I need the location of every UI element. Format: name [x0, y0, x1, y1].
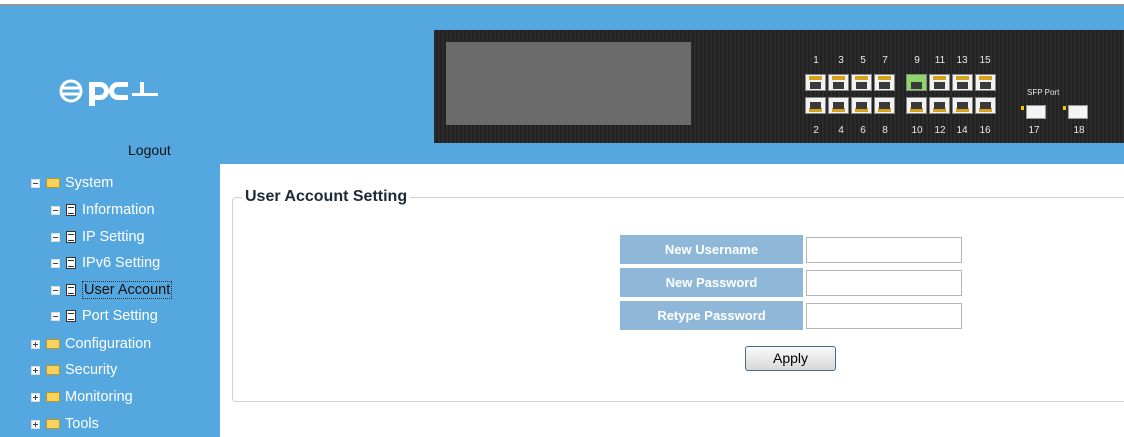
port-number: 14 [956, 125, 968, 136]
folder-open-icon [46, 178, 60, 188]
document-icon [66, 231, 76, 243]
expand-icon[interactable] [31, 365, 40, 375]
ethernet-port-2 [805, 97, 826, 114]
ethernet-port-11 [929, 74, 950, 91]
pci-logo [59, 79, 158, 106]
folder-icon [46, 339, 60, 349]
ethernet-port-7 [874, 74, 895, 91]
port-number: 9 [914, 55, 920, 66]
folder-icon [46, 419, 60, 429]
expand-icon[interactable] [31, 419, 40, 429]
sidebar-item-tools[interactable]: Tools [31, 416, 99, 432]
collapse-icon [51, 232, 60, 242]
ethernet-port-8 [874, 97, 895, 114]
port-number: 6 [860, 125, 866, 136]
port-number: 11 [934, 55, 946, 66]
port-number: 4 [838, 125, 844, 136]
sidebar-item-information[interactable]: Information [51, 202, 155, 218]
sidebar-item-monitoring[interactable]: Monitoring [31, 389, 133, 405]
port-number: 17 [1028, 125, 1040, 136]
logout-link[interactable]: Logout [128, 142, 171, 158]
ethernet-port-16 [975, 97, 996, 114]
ethernet-port-6 [851, 97, 872, 114]
sfp-led [1021, 106, 1024, 110]
new-password-label: New Password [620, 268, 803, 297]
sidebar-item-label: Configuration [65, 336, 152, 352]
sidebar-item-port-setting[interactable]: Port Setting [51, 308, 158, 324]
sidebar-item-label: IPv6 Setting [82, 255, 161, 271]
expand-icon[interactable] [31, 392, 40, 402]
apply-button[interactable]: Apply [745, 346, 836, 371]
user-account-fieldset [232, 197, 1124, 402]
ethernet-port-5 [851, 74, 872, 91]
sidebar-item-label: Security [65, 362, 118, 378]
document-icon [66, 257, 76, 269]
sidebar-item-user-account[interactable]: User Account [51, 281, 173, 299]
panel-display [446, 42, 691, 125]
port-number: 5 [860, 55, 866, 66]
new-username-label: New Username [620, 235, 803, 264]
sfp-led [1063, 106, 1066, 110]
document-icon [66, 284, 76, 296]
collapse-icon[interactable] [31, 178, 40, 188]
sidebar-item-label: Monitoring [65, 389, 133, 405]
ethernet-port-13 [952, 74, 973, 91]
sidebar-item-label: Port Setting [82, 308, 158, 324]
retype-password-label: Retype Password [620, 301, 803, 330]
port-number: 18 [1073, 125, 1085, 136]
ethernet-port-10 [906, 97, 927, 114]
port-number: 12 [934, 125, 946, 136]
document-icon [66, 204, 76, 216]
new-username-input[interactable] [806, 237, 962, 263]
ethernet-port-9 [906, 74, 927, 91]
sidebar-item-configuration[interactable]: Configuration [31, 336, 151, 352]
port-number: 10 [911, 125, 923, 136]
new-password-input[interactable] [806, 270, 962, 296]
sidebar-item-ipv6-setting[interactable]: IPv6 Setting [51, 255, 160, 271]
port-number: 16 [979, 125, 991, 136]
folder-icon [46, 392, 60, 402]
ethernet-port-1 [805, 74, 826, 91]
ethernet-port-3 [828, 74, 849, 91]
folder-icon [46, 365, 60, 375]
sidebar-item-system[interactable]: System [31, 175, 113, 191]
port-number: 3 [838, 55, 844, 66]
port-number: 1 [813, 55, 819, 66]
sfp-port-17 [1026, 105, 1046, 119]
ethernet-port-12 [929, 97, 950, 114]
ethernet-port-4 [828, 97, 849, 114]
sfp-port-18 [1068, 105, 1088, 119]
port-number: 7 [882, 55, 888, 66]
sidebar-item-label: User Account [82, 281, 173, 299]
port-number: 2 [813, 125, 819, 136]
sidebar-item-label: Information [82, 202, 155, 218]
sidebar-item-ip-setting[interactable]: IP Setting [51, 229, 145, 245]
ethernet-port-14 [952, 97, 973, 114]
collapse-icon [51, 285, 60, 295]
port-number: 15 [979, 55, 991, 66]
sidebar-item-security[interactable]: Security [31, 362, 117, 378]
collapse-icon [51, 258, 60, 268]
sidebar-item-label: Tools [65, 416, 99, 432]
port-number: 13 [956, 55, 968, 66]
ethernet-port-15 [975, 74, 996, 91]
sfp-port-label: SFP Port [1027, 88, 1060, 97]
port-number: 8 [882, 125, 888, 136]
collapse-icon [51, 205, 60, 215]
collapse-icon [51, 311, 60, 321]
sidebar-item-label: System [65, 175, 114, 191]
document-icon [66, 310, 76, 322]
retype-password-input[interactable] [806, 303, 962, 329]
expand-icon[interactable] [31, 339, 40, 349]
sidebar-item-label: IP Setting [82, 229, 145, 245]
section-title: User Account Setting [242, 188, 411, 206]
